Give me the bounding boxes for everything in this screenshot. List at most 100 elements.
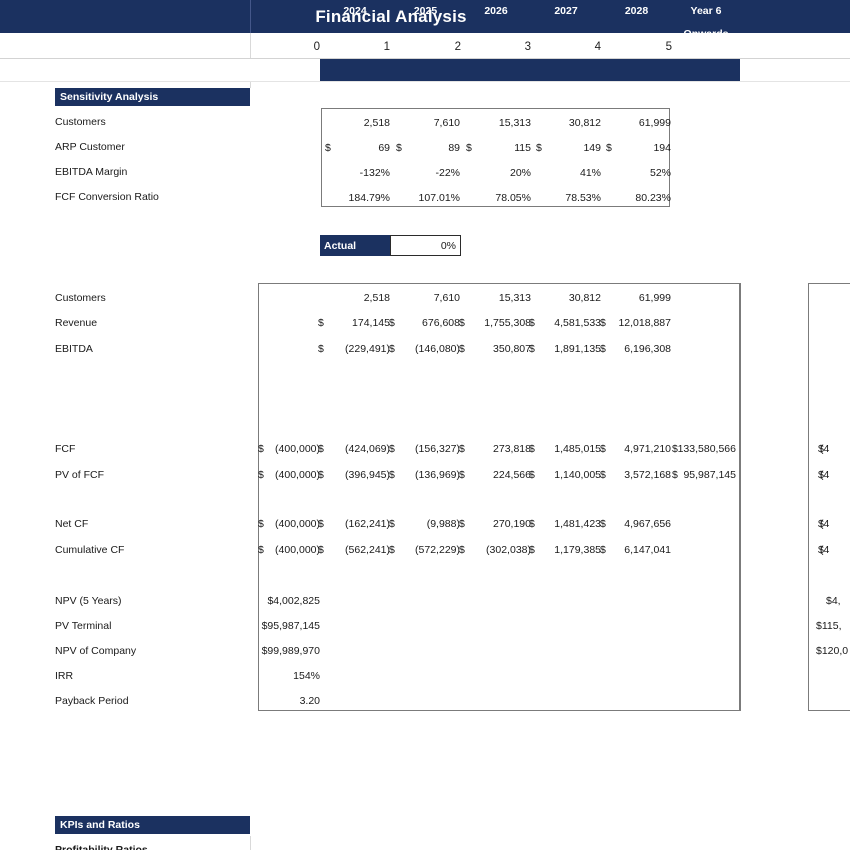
title-column-seam <box>250 0 251 33</box>
pv-fcf-y0: (400,000) <box>275 469 320 481</box>
sensitivity-label-fcf-conversion: FCF Conversion Ratio <box>55 191 159 203</box>
main-label-pv-fcf: PV of FCF <box>55 469 105 481</box>
right-pv-fcf-y0: (4 <box>820 469 830 481</box>
net-cf-2026: 270,190 <box>493 518 531 530</box>
right-fcf-y0: (4 <box>820 443 830 455</box>
cumulative-cf-2025: (572,229) <box>415 544 460 556</box>
right-summary-npv-company: $120,0 <box>816 645 849 657</box>
year-index-3: 3 <box>524 41 531 53</box>
period-header-2026: 2026 <box>484 5 508 17</box>
main-label-net-cf: Net CF <box>55 518 89 530</box>
main-revenue-2024: 174,145 <box>352 317 390 329</box>
right-summary-npv-5-years: $4, <box>826 595 841 607</box>
sensitivity-fcf-conversion-2028: 80.23% <box>635 192 671 204</box>
sensitivity-label-arp: ARP Customer <box>55 141 125 153</box>
pv-fcf-currency-2026: $ <box>459 469 465 481</box>
fcf-year6: 133,580,566 <box>677 443 736 455</box>
sensitivity-customers-2024: 2,518 <box>363 117 390 129</box>
sensitivity-customers-2027: 30,812 <box>568 117 601 129</box>
main-revenue-currency-2026: $ <box>459 317 465 329</box>
cumulative-cf-currency-2024: $ <box>318 544 324 556</box>
cumulative-cf-2026: (302,038) <box>486 544 531 556</box>
main-ebitda-currency-2026: $ <box>459 343 465 355</box>
main-customers-2027: 30,812 <box>568 292 601 304</box>
fcf-2027: 1,485,015 <box>554 443 601 455</box>
cumulative-cf-2024: (562,241) <box>345 544 390 556</box>
actual-label: Actual <box>320 235 390 256</box>
fcf-currency-2025: $ <box>389 443 395 455</box>
sensitivity-fcf-conversion-2026: 78.05% <box>495 192 531 204</box>
main-label-revenue: Revenue <box>55 317 98 329</box>
pv-fcf-2024: (396,945) <box>345 469 390 481</box>
kpi-column-divider <box>250 836 251 850</box>
net-cf-2024: (162,241) <box>345 518 390 530</box>
profitability-ratios-row: Profitability Ratios <box>55 842 250 850</box>
section-header-kpis: KPIs and Ratios <box>55 816 250 834</box>
main-revenue-currency-2027: $ <box>529 317 535 329</box>
period-header-band <box>320 59 740 81</box>
cumulative-cf-currency-2025: $ <box>389 544 395 556</box>
fcf-block-right-border <box>739 283 741 711</box>
year-index-4: 4 <box>594 41 601 53</box>
period-header-2028: 2028 <box>624 5 649 17</box>
section-header-sensitivity: Sensitivity Analysis <box>55 88 250 106</box>
main-label-customers: Customers <box>55 292 106 304</box>
pv-fcf-currency-2027: $ <box>529 469 535 481</box>
summary-label-irr: IRR <box>55 670 74 682</box>
main-revenue-2027: 4,581,533 <box>554 317 601 329</box>
main-ebitda-2028: 6,196,308 <box>624 343 671 355</box>
net-cf-currency-2025: $ <box>389 518 395 530</box>
main-customers-2028: 61,999 <box>638 292 671 304</box>
fcf-currency-2024: $ <box>318 443 324 455</box>
main-ebitda-2024: (229,491) <box>345 343 390 355</box>
main-revenue-currency-2024: $ <box>318 317 324 329</box>
main-customers-2026: 15,313 <box>498 292 531 304</box>
sensitivity-ebitda-margin-2027: 41% <box>579 167 601 179</box>
cumulative-cf-2027: 1,179,385 <box>554 544 601 556</box>
summary-label-pv-terminal: PV Terminal <box>55 620 112 632</box>
summary-label-npv-5-years: NPV (5 Years) <box>55 595 122 607</box>
sensitivity-customers-2026: 15,313 <box>498 117 531 129</box>
main-ebitda-currency-2025: $ <box>389 343 395 355</box>
sensitivity-arp-2028: 194 <box>653 142 671 154</box>
cumulative-cf-2028: 6,147,041 <box>624 544 671 556</box>
summary-value-pv-terminal: $95,987,145 <box>261 620 320 632</box>
actual-input[interactable]: 0% <box>390 235 461 256</box>
label-profitability-ratios: Profitability Ratios <box>55 844 148 850</box>
right-scenario-panel: $ (4 $ (4 $ (4 $ (4 $4, $115, $120,0 <box>806 281 850 711</box>
right-cumulative-cf-y0: (4 <box>820 544 830 556</box>
fcf-currency-2026: $ <box>459 443 465 455</box>
label-column-divider-mid <box>250 82 251 88</box>
sensitivity-ebitda-margin-2028: 52% <box>649 167 671 179</box>
sensitivity-fcf-conversion-2027: 78.53% <box>565 192 601 204</box>
spreadsheet-canvas: Financial Analysis 0 1 2 3 4 5 2024 2025… <box>0 0 850 850</box>
pv-fcf-2026: 224,566 <box>493 469 531 481</box>
sensitivity-arp-2026: 115 <box>514 142 531 154</box>
period-header-2024: 2024 <box>343 5 367 17</box>
sensitivity-label-customers: Customers <box>55 116 106 128</box>
pv-fcf-year6: 95,987,145 <box>683 469 736 481</box>
main-revenue-2028: 12,018,887 <box>618 317 671 329</box>
net-cf-currency-2026: $ <box>459 518 465 530</box>
main-ebitda-2025: (146,080) <box>415 343 460 355</box>
sensitivity-ebitda-margin-2025: -22% <box>435 167 460 179</box>
band-underline <box>0 81 850 82</box>
main-label-ebitda: EBITDA <box>55 343 93 355</box>
fcf-currency-2027: $ <box>529 443 535 455</box>
main-ebitda-2027: 1,891,135 <box>554 343 601 355</box>
summary-value-irr: 154% <box>293 670 320 682</box>
main-customers-2025: 7,610 <box>433 292 460 304</box>
summary-value-npv-company: $99,989,970 <box>261 645 320 657</box>
year-index-2: 2 <box>454 41 461 53</box>
sensitivity-arp-2025: 89 <box>448 142 460 154</box>
summary-value-payback: 3.20 <box>299 695 320 707</box>
sensitivity-customers-2025: 7,610 <box>433 117 460 129</box>
year-index-1: 1 <box>383 41 390 53</box>
main-ebitda-currency-2024: $ <box>318 343 324 355</box>
sensitivity-customers-2028: 61,999 <box>638 117 671 129</box>
fcf-2028: 4,971,210 <box>624 443 671 455</box>
pv-fcf-2025: (136,969) <box>415 469 460 481</box>
period-header-2027: 2027 <box>554 5 578 17</box>
net-cf-currency-2024: $ <box>318 518 324 530</box>
main-label-fcf: FCF <box>55 443 76 455</box>
